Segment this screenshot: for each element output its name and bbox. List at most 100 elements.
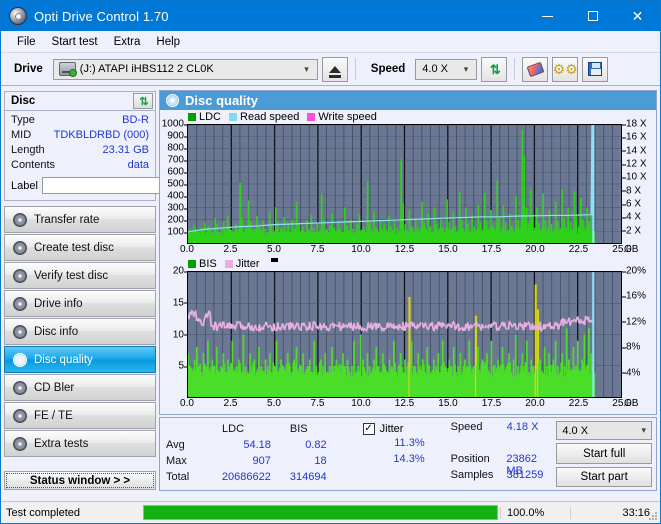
drive-select[interactable]: (J:) ATAPI iHBS112 2 CL0K ▾ [53,59,318,80]
disc-row-contents: Contents data [11,159,149,174]
test-speed-value: 4.0 X [562,425,588,437]
disc-length-label: Length [11,144,45,156]
erase-button[interactable] [522,57,548,82]
legend-label-read-speed: Read speed [240,111,299,123]
charts-container: LDC Read speed Write speed [160,110,656,414]
disc-row-mid: MID TDKBLDRBD (000) [11,129,149,144]
resize-grip[interactable] [648,511,658,521]
drive-label: Drive [6,63,49,75]
speed-stat-label: Speed [451,421,507,433]
sidebar-item-disc-info[interactable]: Disc info [4,318,156,345]
row-label-total: Total [166,469,195,485]
minimize-icon [542,16,553,17]
jitter-toggle[interactable]: ✓ Jitter [363,421,425,437]
sidebar-item-label: FE / TE [34,410,73,422]
start-full-button[interactable]: Start full [556,443,652,463]
sidebar-item-create-test-disc[interactable]: Create test disc [4,234,156,261]
ldc-plot-area [187,124,622,244]
jitter-label: Jitter [380,423,404,435]
speed-select-value: 4.0 X [418,63,448,75]
spacer-row [451,437,557,453]
sidebar-item-verify-test-disc[interactable]: Verify test disc [4,262,156,289]
chevron-down-icon: ▾ [300,64,315,75]
sidebar-item-transfer-rate[interactable]: Transfer rate [4,206,156,233]
disc-icon [13,381,27,395]
legend-write-speed: Write speed [307,111,377,123]
sidebar-spacer [4,458,156,471]
x-axis-unit: GB [624,244,638,255]
sidebar-item-drive-info[interactable]: Drive info [4,290,156,317]
speed-label: Speed [363,63,412,75]
maximize-button[interactable] [570,1,615,31]
sidebar-item-label: Drive info [34,298,83,310]
position-label: Position [451,453,507,465]
y-tick: 100 [167,227,184,238]
table-row: Avg 54.18 0.82 [166,437,327,453]
disc-group-title: Disc [11,95,35,107]
x-tick: 5.0 [267,244,281,255]
toolbar-divider [514,58,515,80]
x-tick: 7.5 [311,244,325,255]
jitter-max-value: 14.3% [363,453,425,469]
gear-icon: ⚙⚙ [553,62,578,76]
jitter-checkbox[interactable]: ✓ [363,423,375,435]
table-row: Total 20686622 314694 [166,469,327,485]
legend-swatch-bis [188,260,196,268]
speed-row: Speed 4.18 X [451,421,557,437]
y2-tick: 4 X [626,212,641,223]
start-part-button[interactable]: Start part [556,467,652,487]
legend-label-jitter: Jitter [236,258,260,270]
progress-percent: 100.0% [500,507,570,519]
row-label-max: Max [166,453,195,469]
legend-marker-icon [271,258,278,262]
sidebar-item-fe-te[interactable]: FE / TE [4,402,156,429]
legend-swatch-ldc [188,113,196,121]
menu-start-test[interactable]: Start test [44,34,106,50]
menu-file[interactable]: File [9,34,44,50]
disc-label-row: Label [11,176,149,195]
eject-icon [329,66,341,73]
disc-label-caption: Label [11,180,38,192]
disc-type-label: Type [11,114,35,126]
disc-icon [13,213,27,227]
menu-extra[interactable]: Extra [106,34,149,50]
y2-tick: 8 X [626,185,641,196]
y2-tick: 18 X [626,119,647,130]
total-ldc-value: 20686622 [195,469,271,485]
disc-type-value: BD-R [122,114,149,126]
test-speed-select[interactable]: 4.0 X ▾ [556,421,652,440]
eject-button[interactable] [322,57,348,82]
rescan-button[interactable]: ⇅ [481,57,507,82]
sidebar-item-disc-quality[interactable]: Disc quality [4,346,156,373]
progress-bar-fill [144,506,497,519]
sidebar-item-cd-bler[interactable]: CD Bler [4,374,156,401]
y2-tick: 8% [626,342,640,353]
ldc-chart: LDC Read speed Write speed [160,110,656,257]
statusbar: Test completed 100.0% 33:16 [1,501,660,523]
y-tick: 900 [167,131,184,142]
x-tick: 22.5 [569,244,588,255]
y-tick: 500 [167,179,184,190]
disc-refresh-button[interactable]: ⇅ [133,93,153,109]
toolbar-divider [355,58,356,80]
jitter-column: ✓ Jitter 11.3% 14.3% [363,421,425,487]
speed-select[interactable]: 4.0 X ▾ [415,59,477,80]
save-button[interactable] [582,57,608,82]
disc-length-value: 23.31 GB [103,144,149,156]
save-icon [588,62,602,76]
x-tick: 15.0 [438,398,457,409]
y2-tick: 16% [626,291,646,302]
chevron-down-icon: ▾ [641,425,646,436]
ldc-y-axis: 1002003004005006007008009001000 [160,124,187,244]
menu-help[interactable]: Help [148,34,188,50]
status-window-button[interactable]: Status window > > [4,471,156,490]
page-title: Disc quality [185,93,258,108]
bis-chart-legend: BIS Jitter [160,257,656,271]
x-tick: 12.5 [395,244,414,255]
close-button[interactable]: ✕ [615,1,660,31]
minimize-button[interactable] [525,1,570,31]
sidebar-item-extra-tests[interactable]: Extra tests [4,430,156,457]
disc-contents-label: Contents [11,159,55,171]
disc-mid-label: MID [11,129,31,141]
settings-button[interactable]: ⚙⚙ [552,57,578,82]
